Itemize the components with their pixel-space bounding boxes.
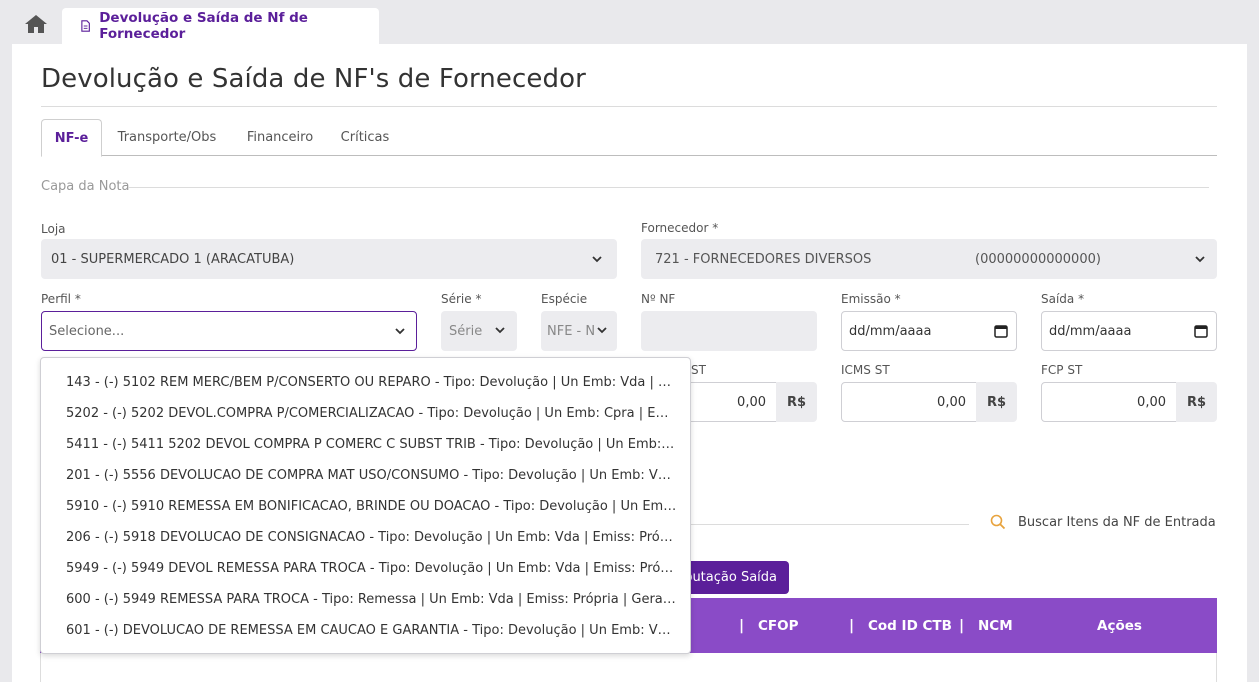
perfil-dropdown-list: 143 - (-) 5102 REM MERC/BEM P/CONSERTO O… [40, 357, 691, 654]
perfil-option[interactable]: 201 - (-) 5556 DEVOLUCAO DE COMPRA MAT U… [66, 460, 677, 490]
perfil-option-label: 601 - (-) DEVOLUCAO DE REMESSA EM CAUCAO… [66, 622, 677, 638]
buscar-itens-label: Buscar Itens da NF de Entrada [1018, 514, 1216, 530]
fornecedor-select[interactable]: 721 - FORNECEDORES DIVERSOS (00000000000… [641, 239, 1217, 279]
fcp-st-label: FCP ST [1041, 363, 1083, 377]
perfil-option-label: 5202 - (-) 5202 DEVOL.COMPRA P/COMERCIAL… [66, 405, 677, 421]
fcp-st-input[interactable]: 0,00 [1041, 382, 1177, 422]
form-tabs: NF-e Transporte/Obs Financeiro Críticas [41, 119, 1217, 157]
tab-nfe-label: NF-e [54, 130, 89, 146]
especie-select[interactable]: NFE - N [541, 311, 617, 351]
section-title: Capa da Nota [41, 179, 130, 194]
emissao-value: dd/mm/aaaa [849, 323, 932, 339]
saida-label: Saída * [1041, 292, 1085, 306]
saida-date-input[interactable]: dd/mm/aaaa [1041, 311, 1217, 351]
chevron-down-icon [1195, 256, 1205, 263]
fornecedor-label: Fornecedor * [641, 221, 719, 235]
chevron-down-icon [597, 327, 607, 334]
loja-value: 01 - SUPERMERCADO 1 (ARACATUBA) [51, 251, 295, 267]
items-table-body [40, 653, 1217, 682]
perfil-option-label: 5949 - (-) 5949 DEVOL REMESSA PARA TROCA… [66, 560, 677, 576]
search-icon [990, 514, 1006, 530]
calendar-icon[interactable] [994, 324, 1008, 338]
saida-value: dd/mm/aaaa [1049, 323, 1132, 339]
header-cod-id-ctb[interactable]: Cod ID CTB [868, 598, 952, 653]
perfil-option-label: 143 - (-) 5102 REM MERC/BEM P/CONSERTO O… [66, 374, 677, 390]
nf-input[interactable] [641, 311, 817, 351]
home-icon[interactable] [24, 14, 48, 34]
st-label: ST [691, 363, 706, 377]
perfil-option-label: 5411 - (-) 5411 5202 DEVOL COMPRA P COME… [66, 436, 677, 452]
perfil-label: Perfil * [41, 292, 81, 306]
tab-financeiro[interactable]: Financeiro [235, 119, 325, 156]
section-divider [128, 187, 1209, 188]
chevron-down-icon [592, 256, 602, 263]
buscar-itens-link[interactable]: Buscar Itens da NF de Entrada [990, 514, 1216, 530]
especie-label: Espécie [541, 292, 588, 306]
chevron-down-icon [395, 328, 405, 335]
calendar-icon[interactable] [1194, 324, 1208, 338]
perfil-option[interactable]: 206 - (-) 5918 DEVOLUCAO DE CONSIGNACAO … [66, 522, 677, 552]
fcp-st-value: 0,00 [1137, 394, 1166, 410]
tab-nfe[interactable]: NF-e [41, 119, 102, 157]
tab-transporte-obs[interactable]: Transporte/Obs [107, 119, 227, 156]
header-separator: | [959, 618, 965, 634]
perfil-option[interactable]: 5949 - (-) 5949 DEVOL REMESSA PARA TROCA… [66, 553, 677, 583]
perfil-option[interactable]: 5202 - (-) 5202 DEVOL.COMPRA P/COMERCIAL… [66, 398, 677, 428]
nf-label: Nº NF [641, 292, 676, 306]
perfil-option[interactable]: 601 - (-) DEVOLUCAO DE REMESSA EM CAUCAO… [66, 615, 677, 645]
serie-label: Série * [441, 292, 482, 306]
fornecedor-doc: (00000000000000) [975, 251, 1101, 267]
page-title: Devolução e Saída de NF's de Fornecedor [41, 64, 586, 94]
header-separator: | [739, 618, 745, 634]
items-divider [690, 524, 969, 525]
perfil-option[interactable]: 143 - (-) 5102 REM MERC/BEM P/CONSERTO O… [66, 367, 677, 397]
perfil-placeholder: Selecione... [49, 323, 125, 339]
fornecedor-name: 721 - FORNECEDORES DIVERSOS [655, 251, 872, 267]
perfil-option[interactable]: 600 - (-) 5949 REMESSA PARA TROCA - Tipo… [66, 584, 677, 614]
document-icon [81, 20, 90, 32]
perfil-option[interactable]: 5910 - (-) 5910 REMESSA EM BONIFICACAO, … [66, 491, 677, 521]
fcp-st-currency: R$ [1176, 382, 1217, 422]
icms-st-label: ICMS ST [841, 363, 890, 377]
header-cfop[interactable]: CFOP [758, 598, 799, 653]
header-separator: | [849, 618, 855, 634]
perfil-option-label: 5910 - (-) 5910 REMESSA EM BONIFICACAO, … [66, 498, 677, 514]
st-value: 0,00 [737, 394, 766, 410]
perfil-option-label: 206 - (-) 5918 DEVOLUCAO DE CONSIGNACAO … [66, 529, 677, 545]
serie-select[interactable]: Série [441, 311, 517, 351]
tab-devolucao[interactable]: Devolução e Saída de Nf de Fornecedor [62, 8, 379, 44]
loja-label: Loja [41, 222, 66, 236]
tab-financeiro-label: Financeiro [246, 130, 314, 145]
tab-transporte-label: Transporte/Obs [117, 130, 217, 145]
tab-criticas[interactable]: Críticas [333, 119, 397, 156]
tab-criticas-label: Críticas [340, 130, 390, 145]
top-bar: Devolução e Saída de Nf de Fornecedor [0, 0, 1259, 44]
chevron-down-icon [495, 327, 505, 334]
perfil-option[interactable]: 5411 - (-) 5411 5202 DEVOL COMPRA P COME… [66, 429, 677, 459]
icms-st-currency: R$ [976, 382, 1017, 422]
header-ncm[interactable]: NCM [978, 598, 1013, 653]
perfil-option-label: 201 - (-) 5556 DEVOLUCAO DE COMPRA MAT U… [66, 467, 677, 483]
icms-st-value: 0,00 [937, 394, 966, 410]
st-currency: R$ [776, 382, 817, 422]
divider [41, 106, 1217, 107]
header-acoes: Ações [1097, 617, 1142, 634]
emissao-label: Emissão * [841, 292, 901, 306]
tab-devolucao-label: Devolução e Saída de Nf de Fornecedor [99, 10, 308, 42]
serie-value: Série [449, 323, 483, 339]
emissao-date-input[interactable]: dd/mm/aaaa [841, 311, 1017, 351]
loja-select[interactable]: 01 - SUPERMERCADO 1 (ARACATUBA) [41, 239, 617, 279]
perfil-select[interactable]: Selecione... [41, 311, 417, 351]
perfil-option-label: 600 - (-) 5949 REMESSA PARA TROCA - Tipo… [66, 591, 677, 607]
especie-value: NFE - N [547, 323, 596, 339]
icms-st-input[interactable]: 0,00 [841, 382, 977, 422]
